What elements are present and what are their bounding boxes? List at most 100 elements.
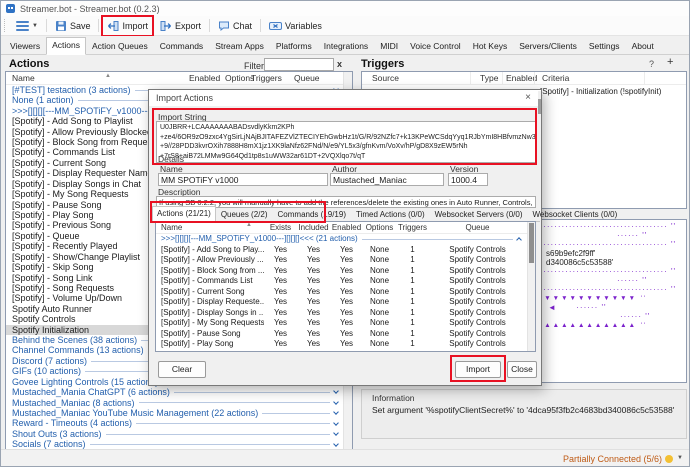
import-button[interactable]: Import	[103, 17, 152, 35]
tab-voice-control[interactable]: Voice Control	[404, 38, 467, 54]
version-field[interactable]	[448, 173, 488, 186]
import-table-row[interactable]: [Spotify] - Block Song from ...YesYesYes…	[156, 266, 535, 277]
col-criteria[interactable]: Criteria	[542, 73, 569, 83]
col-options[interactable]: Options	[363, 222, 396, 233]
import-table-row[interactable]: [Spotify] - Allow Previously ...YesYesYe…	[156, 255, 535, 266]
subaction-fragment[interactable]: ◄ ······ ''	[548, 304, 607, 312]
action-group-row[interactable]: Reward - Timeouts (4 actions)	[6, 419, 343, 429]
window-title: Streamer.bot - Streamer.bot (0.2.3)	[20, 4, 160, 14]
import-string-box[interactable]: U0JBRR+LCAAAAAAABADsvdlyKkm2KPh+ze4/6OR9…	[156, 121, 536, 163]
action-group-row[interactable]: Mustached_Mania ChatGPT (6 actions)	[6, 387, 343, 397]
dialog-tab-queues[interactable]: Queues (2/2)	[216, 207, 273, 221]
tab-viewers[interactable]: Viewers	[4, 38, 46, 54]
tab-midi[interactable]: MIDI	[374, 38, 404, 54]
group-divider-line	[90, 444, 330, 445]
save-button[interactable]: Save	[51, 17, 95, 35]
name-field[interactable]	[158, 173, 328, 186]
tab-actions[interactable]: Actions	[46, 37, 86, 55]
action-group-row[interactable]: Socials (7 actions)	[6, 439, 343, 449]
col-enabled[interactable]: Enabled	[189, 73, 220, 83]
tab-about[interactable]: About	[626, 38, 660, 54]
export-button[interactable]: Export	[156, 17, 205, 35]
clear-button[interactable]: Clear	[158, 361, 206, 378]
chevron-up-icon[interactable]	[516, 237, 522, 243]
tab-action-queues[interactable]: Action Queues	[86, 38, 154, 54]
chevron-down-icon[interactable]	[333, 389, 339, 395]
import-group-row[interactable]: >>>[][][][---MM_SPOTiFY_v1000---][][][]<…	[156, 234, 535, 245]
variables-icon	[269, 20, 282, 32]
cell: [Spotify] - Previous Song	[156, 350, 264, 353]
import-table-row[interactable]: [Spotify] - Play SongYesYesYesNone1Spoti…	[156, 339, 535, 350]
dialog-tab-commands[interactable]: Commands (19/19)	[273, 207, 351, 221]
clear-filter-button[interactable]: x	[337, 59, 342, 69]
tab-hot-keys[interactable]: Hot Keys	[467, 38, 514, 54]
action-group-row[interactable]: Shout Outs (3 actions)	[6, 429, 343, 439]
tab-stream-apps[interactable]: Stream Apps	[209, 38, 270, 54]
import-table-row[interactable]: [Spotify] - Current SongYesYesYesNone1Sp…	[156, 287, 535, 298]
dialog-import-button[interactable]: Import	[455, 361, 501, 378]
action-group-row[interactable]: Mustached_Maniac (8 actions)	[6, 398, 343, 408]
trigger-criteria: [Spotify] - Initialization (!spotifyInit…	[540, 87, 661, 96]
dialog-tab-timed-actions[interactable]: Timed Actions (0/0)	[351, 207, 430, 221]
col-exists[interactable]: Exists	[264, 222, 297, 233]
triggers-help-button[interactable]: ?	[649, 59, 654, 69]
chevron-down-icon[interactable]	[333, 399, 339, 405]
chat-button[interactable]: Chat	[214, 17, 256, 35]
dialog-close-action-button[interactable]: Close	[507, 361, 537, 378]
col-queue[interactable]: Queue	[429, 222, 526, 233]
dialog-tab-actions[interactable]: Actions (21/21)	[152, 206, 216, 222]
cell: None	[363, 329, 396, 340]
tab-platforms[interactable]: Platforms	[270, 38, 318, 54]
import-table-row[interactable]: [Spotify] - Add Song to Play...YesYesYes…	[156, 245, 535, 256]
col-triggers[interactable]: Triggers	[396, 222, 429, 233]
import-table-row[interactable]: [Spotify] - Display Requeste...YesYesYes…	[156, 297, 535, 308]
col-source[interactable]: Source	[372, 73, 399, 83]
subaction-fragment[interactable]: d340086c5c53588'	[546, 259, 613, 267]
chevron-down-icon[interactable]: ▼	[677, 455, 683, 461]
dialog-tab-websocket-servers[interactable]: Websocket Servers (0/0)	[430, 207, 528, 221]
variables-button[interactable]: Variables	[265, 17, 326, 35]
cell: Spotify Controls	[429, 276, 526, 287]
add-trigger-button[interactable]: +	[667, 56, 673, 68]
col-enabled[interactable]: Enabled	[330, 222, 363, 233]
cell: Yes	[297, 350, 330, 353]
chevron-down-icon[interactable]	[333, 409, 339, 415]
import-table-row[interactable]: [Spotify] - Display Songs in ...YesYesYe…	[156, 308, 535, 319]
dialog-table-scrollbar[interactable]	[527, 222, 535, 351]
tab-integrations[interactable]: Integrations	[318, 38, 374, 54]
subaction-fragment[interactable]: s69b9efc2f9ff'	[546, 250, 595, 258]
action-group-row[interactable]: Mustached_Maniac YouTube Music Managemen…	[6, 408, 343, 418]
chat-icon	[218, 20, 230, 32]
col-queue[interactable]: Queue	[294, 73, 320, 83]
chevron-down-icon[interactable]	[333, 420, 339, 426]
cell: [Spotify] - Current Song	[156, 287, 264, 298]
filter-input[interactable]	[264, 58, 334, 71]
import-table-row[interactable]: [Spotify] - Previous SongYesYesYesNone1S…	[156, 350, 535, 353]
col-triggers[interactable]: Triggers	[251, 73, 282, 83]
chevron-down-icon[interactable]	[333, 430, 339, 436]
chevron-down-icon[interactable]	[333, 441, 339, 447]
tab-commands[interactable]: Commands	[154, 38, 209, 54]
toolbar-grip[interactable]	[4, 19, 7, 32]
titlebar: Streamer.bot - Streamer.bot (0.2.3)	[1, 1, 689, 16]
tab-settings[interactable]: Settings	[583, 38, 626, 54]
dialog-tab-websocket-clients[interactable]: Websocket Clients (0/0)	[528, 207, 623, 221]
import-string-scrollbar[interactable]	[538, 91, 541, 131]
import-table-row[interactable]: [Spotify] - My Song RequestsYesYesYesNon…	[156, 318, 535, 329]
tab-servers-clients[interactable]: Servers/Clients	[513, 38, 583, 54]
cell: Yes	[264, 308, 297, 319]
menu-button[interactable]: ▼	[12, 17, 42, 35]
cell: 1	[396, 308, 429, 319]
col-name[interactable]: Name	[12, 73, 35, 83]
author-field[interactable]	[330, 173, 444, 186]
col-type[interactable]: Type	[480, 73, 498, 83]
col-options[interactable]: Options	[225, 73, 254, 83]
connection-status[interactable]: Partially Connected (5/6)	[563, 454, 662, 464]
subaction-fragment[interactable]: ······ ''	[620, 313, 650, 321]
subaction-fragment[interactable]: ······ ''	[617, 277, 647, 285]
import-table-row[interactable]: [Spotify] - Pause SongYesYesYesNone1Spot…	[156, 329, 535, 340]
col-included[interactable]: Included	[297, 222, 330, 233]
col-enabled[interactable]: Enabled	[506, 73, 537, 83]
import-table-row[interactable]: [Spotify] - Commands ListYesYesYesNone1S…	[156, 276, 535, 287]
subaction-fragment[interactable]: ······ ''	[617, 232, 647, 240]
